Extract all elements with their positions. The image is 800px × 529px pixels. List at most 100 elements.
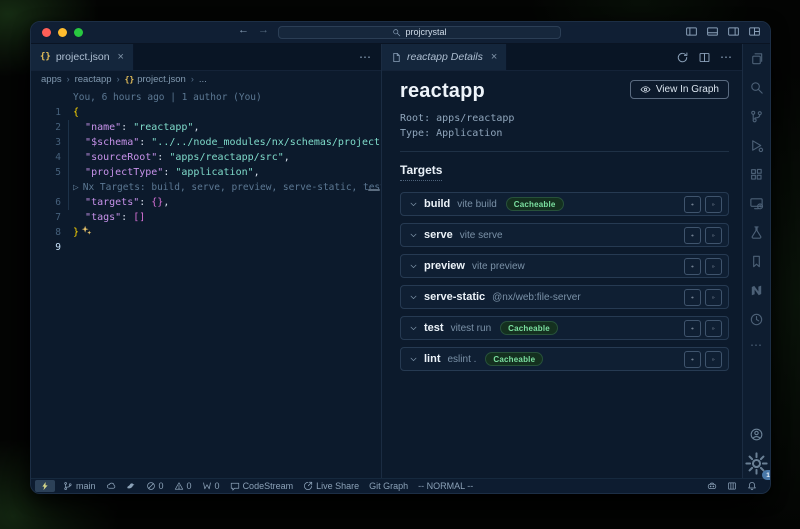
- target-row-serve-static[interactable]: serve-static@nx/web:file-server: [400, 285, 729, 309]
- remote-indicator-icon: [40, 481, 50, 491]
- target-command: vite build: [457, 199, 496, 210]
- close-window-button[interactable]: [42, 28, 51, 37]
- view-target-button[interactable]: [684, 351, 701, 368]
- project-details-panel: reactapp View In Graph Root: apps/reacta…: [382, 71, 742, 478]
- more-icon[interactable]: ⋯: [720, 50, 733, 64]
- close-tab-icon[interactable]: ×: [491, 51, 497, 63]
- layout-left-icon[interactable]: [685, 25, 698, 38]
- run-target-button[interactable]: [705, 258, 722, 275]
- back-icon[interactable]: ←: [238, 24, 249, 36]
- view-target-button[interactable]: [684, 196, 701, 213]
- status-counter[interactable]: 0: [197, 479, 225, 493]
- status-label: 0: [159, 481, 164, 491]
- line-number: 5: [31, 165, 73, 180]
- tabstrip-right: reactapp Details × ⋯: [382, 44, 742, 71]
- status-git-graph[interactable]: Git Graph: [364, 479, 413, 493]
- play-icon: [712, 261, 715, 272]
- extensions-icon: [749, 167, 764, 182]
- eye-icon: [691, 354, 694, 365]
- status-panel-status[interactable]: [722, 481, 742, 491]
- status-git-branch[interactable]: main: [58, 479, 101, 493]
- close-tab-icon[interactable]: ×: [118, 51, 124, 63]
- status-notifications[interactable]: [742, 481, 762, 491]
- bookmarks-icon: [749, 254, 764, 269]
- target-row-preview[interactable]: previewvite preview: [400, 254, 729, 278]
- breadcrumb-item[interactable]: reactapp: [75, 74, 112, 85]
- status-warnings[interactable]: 0: [169, 479, 197, 493]
- layout-right-icon[interactable]: [727, 25, 740, 38]
- target-row-serve[interactable]: servevite serve: [400, 223, 729, 247]
- activity-item-clock[interactable]: [743, 305, 770, 334]
- forward-icon[interactable]: →: [258, 24, 269, 36]
- breadcrumb-item[interactable]: {}project.json: [125, 74, 186, 85]
- status-vim-mode[interactable]: -- NORMAL --: [413, 479, 478, 493]
- layout-bottom-icon[interactable]: [706, 25, 719, 38]
- view-in-graph-button[interactable]: View In Graph: [630, 80, 729, 99]
- activity-item-bookmarks[interactable]: [743, 247, 770, 276]
- refresh-icon[interactable]: [676, 51, 689, 64]
- sync-status-icon: [106, 481, 116, 491]
- status-label: Git Graph: [369, 481, 408, 491]
- breadcrumb-item[interactable]: apps: [41, 74, 62, 85]
- chevron-down-icon[interactable]: [409, 324, 418, 333]
- window-controls: [42, 28, 83, 37]
- activity-item-account[interactable]: [743, 420, 770, 449]
- play-icon: [712, 230, 715, 241]
- run-target-button[interactable]: [705, 351, 722, 368]
- chevron-down-icon[interactable]: [409, 355, 418, 364]
- activity-item-run-debug[interactable]: [743, 131, 770, 160]
- editor-actions-more-icon[interactable]: ⋯: [359, 50, 372, 64]
- activity-item-extensions[interactable]: [743, 160, 770, 189]
- chevron-down-icon[interactable]: [409, 200, 418, 209]
- activity-item-source-control[interactable]: [743, 102, 770, 131]
- activity-more-icon[interactable]: ⋯: [743, 334, 770, 356]
- breadcrumb-item[interactable]: ...: [199, 74, 207, 85]
- chevron-down-icon[interactable]: [409, 262, 418, 271]
- status-remote-indicator[interactable]: [35, 480, 55, 492]
- project-type-value: Application: [436, 128, 502, 139]
- layout-custom-icon[interactable]: [748, 25, 761, 38]
- play-icon: [712, 354, 715, 365]
- status-sync-status[interactable]: [101, 479, 121, 493]
- status-copilot[interactable]: [702, 481, 722, 491]
- view-target-button[interactable]: [684, 320, 701, 337]
- settings-badge: 1: [762, 470, 771, 480]
- target-row-test[interactable]: testvitest runCacheable: [400, 316, 729, 340]
- status-codestream[interactable]: CodeStream: [225, 479, 299, 493]
- view-target-button[interactable]: [684, 289, 701, 306]
- run-target-button[interactable]: [705, 320, 722, 337]
- code-line: 1{: [31, 105, 381, 120]
- code-line: 2 "name": "reactapp",: [31, 120, 381, 135]
- status-errors[interactable]: 0: [141, 479, 169, 493]
- activity-item-testing[interactable]: [743, 218, 770, 247]
- line-number: 8: [31, 225, 73, 240]
- activity-item-nx-console[interactable]: [743, 276, 770, 305]
- code-line: 3 "$schema": "../../node_modules/nx/sche…: [31, 135, 381, 150]
- target-row-lint[interactable]: linteslint .Cacheable: [400, 347, 729, 371]
- status-live-share[interactable]: Live Share: [298, 479, 364, 493]
- cacheable-badge: Cacheable: [485, 352, 543, 366]
- minimize-window-button[interactable]: [58, 28, 67, 37]
- code-editor[interactable]: You, 6 hours ago | 1 author (You)1{2 "na…: [31, 87, 381, 478]
- zoom-window-button[interactable]: [74, 28, 83, 37]
- run-target-button[interactable]: [705, 227, 722, 244]
- target-command: @nx/web:file-server: [492, 292, 581, 303]
- command-center-search[interactable]: projcrystal: [278, 26, 561, 39]
- split-editor-icon[interactable]: [698, 51, 711, 64]
- chevron-down-icon[interactable]: [409, 293, 418, 302]
- nx-targets-codelens[interactable]: ▷Nx Targets: build, serve, preview, serv…: [31, 180, 381, 195]
- tab-project-json[interactable]: {} project.json ×: [31, 44, 134, 70]
- chevron-down-icon[interactable]: [409, 231, 418, 240]
- activity-item-remote-explorer[interactable]: [743, 189, 770, 218]
- target-row-build[interactable]: buildvite buildCacheable: [400, 192, 729, 216]
- play-icon: [712, 292, 715, 303]
- view-target-button[interactable]: [684, 258, 701, 275]
- view-target-button[interactable]: [684, 227, 701, 244]
- status-extension-status[interactable]: [121, 479, 141, 493]
- run-target-button[interactable]: [705, 196, 722, 213]
- activity-item-explorer[interactable]: [743, 44, 770, 73]
- activity-item-search[interactable]: [743, 73, 770, 102]
- tab-reactapp-details[interactable]: reactapp Details ×: [382, 44, 507, 70]
- activity-item-settings[interactable]: 1: [743, 449, 770, 478]
- run-target-button[interactable]: [705, 289, 722, 306]
